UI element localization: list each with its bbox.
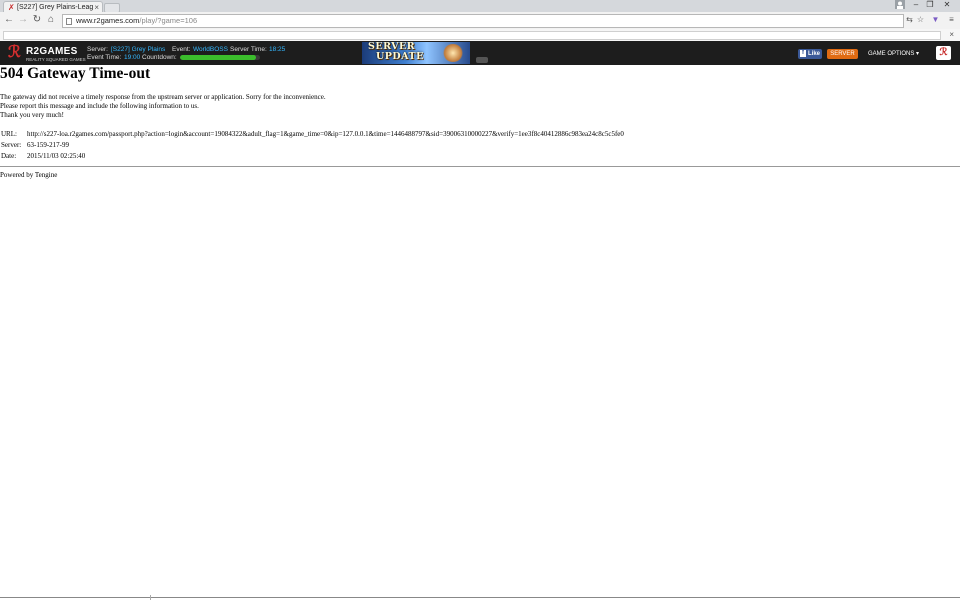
- address-bar[interactable]: www.r2games.com/play/?game=106: [62, 14, 904, 28]
- detail-label: Server:: [1, 141, 22, 149]
- countdown-label: Countdown:: [142, 54, 177, 61]
- facebook-like-label: Like: [808, 51, 821, 57]
- r2-profile-icon[interactable]: ℛ: [936, 46, 951, 60]
- page-icon: [66, 17, 72, 25]
- description-line: Please report this message and include t…: [0, 102, 199, 110]
- translate-icon[interactable]: ⇆: [904, 14, 915, 26]
- r2games-favicon-icon: ✗: [8, 3, 15, 12]
- server-update-banner[interactable]: SERVER UPDATE: [362, 42, 470, 64]
- browser-toolbar: ← → ↻ ⌂ www.r2games.com/play/?game=106 ⇆…: [0, 12, 960, 29]
- tab-strip: ✗ [S227] Grey Plains-League × – ❐ ✕: [0, 0, 960, 13]
- home-icon[interactable]: ⌂: [45, 14, 57, 26]
- table-row: Server: 63-159-217-99: [1, 140, 626, 151]
- event-label: Event:: [172, 46, 191, 53]
- bookmark-star-icon[interactable]: ☆: [915, 14, 926, 26]
- user-profile-icon[interactable]: [894, 0, 906, 10]
- facebook-icon: f: [800, 49, 806, 57]
- event-time-label: Event Time:: [87, 54, 122, 61]
- back-arrow-icon[interactable]: ←: [3, 14, 15, 26]
- game-header-bar: ℛ R2GAMES REALITY SQUARED GAMES Server: …: [0, 41, 960, 65]
- detail-label: URL:: [1, 130, 17, 138]
- r2games-logo-icon: ℛ: [8, 44, 21, 61]
- reload-icon[interactable]: ↻: [31, 14, 43, 26]
- facebook-like-button[interactable]: f Like: [798, 49, 822, 59]
- event-value: WorldBOSS: [193, 46, 228, 53]
- secondary-bar: ×: [0, 29, 960, 41]
- divider: [0, 166, 960, 167]
- server-button[interactable]: SERVER: [827, 49, 858, 59]
- detail-value: 63-159-217-99: [27, 141, 69, 149]
- r2games-logo[interactable]: ℛ R2GAMES REALITY SQUARED GAMES: [8, 44, 86, 62]
- table-row: Date: 2015/11/03 02:25:40: [1, 151, 626, 162]
- minimize-icon[interactable]: –: [910, 0, 922, 10]
- server-time-value: 18:25: [269, 46, 286, 53]
- status-divider: [0, 597, 960, 598]
- event-time-value: 19:00: [124, 54, 141, 61]
- server-value: [S227] Grey Plains: [111, 46, 166, 53]
- description-line: The gateway did not receive a timely res…: [0, 93, 326, 101]
- page-title: 504 Gateway Time-out: [0, 65, 151, 82]
- url-host: www.r2games.com: [76, 16, 140, 25]
- table-row: URL: http://s227-loa.r2games.com/passpor…: [1, 129, 626, 140]
- window-close-icon[interactable]: ✕: [940, 0, 954, 10]
- camera-icon[interactable]: [476, 57, 488, 63]
- error-description: The gateway did not receive a timely res…: [0, 93, 326, 120]
- game-options-menu[interactable]: GAME OPTIONS ▾: [868, 49, 919, 59]
- extension-icon[interactable]: ▼: [930, 14, 941, 26]
- description-line: Thank you very much!: [0, 111, 64, 119]
- banner-character-image: [442, 44, 464, 62]
- logo-name: R2GAMES: [26, 46, 78, 57]
- logo-tagline: REALITY SQUARED GAMES: [26, 57, 86, 62]
- detail-label: Date:: [1, 152, 17, 160]
- detail-value: 2015/11/03 02:25:40: [27, 152, 86, 160]
- secondary-input[interactable]: [3, 31, 941, 40]
- detail-value: http://s227-loa.r2games.com/passport.php…: [27, 130, 624, 138]
- error-details-table: URL: http://s227-loa.r2games.com/passpor…: [1, 129, 626, 162]
- countdown-progress-fill: [180, 55, 256, 60]
- secondary-bar-close-icon[interactable]: ×: [949, 29, 954, 41]
- url-path: /play/?game=106: [139, 16, 198, 25]
- status-tick: [150, 595, 151, 600]
- chrome-menu-icon[interactable]: ≡: [946, 14, 957, 26]
- banner-text-2: UPDATE: [376, 51, 424, 62]
- forward-arrow-icon[interactable]: →: [17, 14, 29, 26]
- server-time-label: Server Time:: [230, 46, 267, 53]
- powered-by: Powered by Tengine: [0, 171, 58, 179]
- restore-icon[interactable]: ❐: [924, 0, 936, 10]
- countdown-progress-bar: [180, 55, 260, 60]
- server-label: Server:: [87, 46, 108, 53]
